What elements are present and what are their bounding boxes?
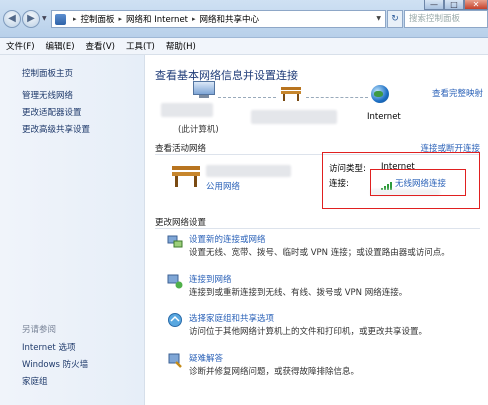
see-also-heading: 另请参阅 — [22, 325, 57, 335]
see-also-windows-firewall[interactable]: Windows 防火墙 — [22, 358, 88, 370]
refresh-icon: ↻ — [391, 14, 399, 24]
connect-network-desc: 连接到或重新连接到无线、有线、拨号或 VPN 网络连接。 — [189, 288, 408, 298]
menu-view[interactable]: 查看(V) — [86, 40, 115, 52]
this-computer-label: (此计算机) — [178, 125, 219, 135]
breadcrumb-control-panel[interactable]: 控制面板 — [81, 13, 115, 25]
main-content: 查看基本网络信息并设置连接 查看完整映射 (此计算机) Internet 查看活… — [146, 55, 488, 405]
active-networks-heading: 查看活动网络 — [155, 144, 481, 155]
back-button[interactable]: ◀ — [3, 10, 21, 28]
sidebar-advanced-sharing[interactable]: 更改高级共享设置 — [22, 123, 90, 135]
address-toolbar: ◀ ▶ ▼ ▸ 控制面板 ▸ 网络和 Internet ▸ 网络和共享中心 ▼ … — [0, 0, 488, 38]
computer-icon — [193, 81, 215, 99]
breadcrumb-chevron-icon[interactable]: ▸ — [73, 15, 77, 23]
highlight-box-inner — [370, 169, 466, 196]
menu-file[interactable]: 文件(F) — [6, 40, 35, 52]
homegroup-sharing-desc: 访问位于其他网络计算机上的文件和打印机，或更改共享设置。 — [189, 327, 428, 337]
map-connector — [306, 97, 368, 98]
sidebar-control-panel-home[interactable]: 控制面板主页 — [22, 67, 73, 79]
search-input[interactable]: 搜索控制面板 — [404, 10, 488, 28]
forward-button[interactable]: ▶ — [22, 10, 40, 28]
network-setup-icon — [167, 235, 183, 248]
menu-edit[interactable]: 编辑(E) — [46, 40, 75, 52]
sidebar: 控制面板主页 管理无线网络 更改适配器设置 更改高级共享设置 另请参阅 Inte… — [0, 55, 145, 405]
address-dropdown-icon[interactable]: ▼ — [376, 15, 381, 22]
address-bar[interactable]: ▸ 控制面板 ▸ 网络和 Internet ▸ 网络和共享中心 ▼ — [51, 10, 386, 28]
maximize-button[interactable]: □ — [444, 0, 464, 10]
breadcrumb-network-internet[interactable]: 网络和 Internet — [126, 13, 188, 25]
sidebar-change-adapter[interactable]: 更改适配器设置 — [22, 106, 82, 118]
homegroup-sharing-link[interactable]: 选择家庭组和共享选项 — [189, 312, 274, 324]
sidebar-manage-wireless[interactable]: 管理无线网络 — [22, 89, 73, 101]
setup-connection-link[interactable]: 设置新的连接或网络 — [189, 233, 266, 245]
network-type-link[interactable]: 公用网络 — [206, 180, 240, 192]
public-network-bench-icon — [172, 166, 200, 187]
menu-help[interactable]: 帮助(H) — [166, 40, 196, 52]
forward-arrow-icon: ▶ — [27, 13, 35, 24]
internet-globe-icon — [371, 85, 389, 103]
see-also-homegroup[interactable]: 家庭组 — [22, 375, 48, 387]
troubleshoot-link[interactable]: 疑难解答 — [189, 352, 223, 364]
view-full-map-link[interactable]: 查看完整映射 — [432, 87, 483, 99]
refresh-button[interactable]: ↻ — [387, 10, 403, 28]
breadcrumb-network-sharing-center[interactable]: 网络和共享中心 — [200, 13, 260, 25]
close-button[interactable]: ✕ — [464, 0, 488, 10]
troubleshoot-desc: 诊断并修复网络问题，或获得故障排除信息。 — [189, 367, 360, 377]
back-arrow-icon: ◀ — [8, 13, 16, 24]
recent-pages-dropdown-icon[interactable]: ▼ — [42, 15, 47, 22]
connect-network-link[interactable]: 连接到网络 — [189, 273, 232, 285]
control-panel-icon — [55, 13, 66, 25]
menu-bar: 文件(F) 编辑(E) 查看(V) 工具(T) 帮助(H) — [0, 38, 488, 55]
map-connector — [218, 97, 276, 98]
internet-label: Internet — [367, 112, 401, 122]
page-title: 查看基本网络信息并设置连接 — [155, 69, 298, 82]
redacted-active-network-name — [206, 165, 291, 177]
setup-connection-desc: 设置无线、宽带、拨号、临时或 VPN 连接；或设置路由器或访问点。 — [189, 248, 450, 258]
redacted-network-name — [251, 110, 337, 124]
menu-tools[interactable]: 工具(T) — [126, 40, 155, 52]
homegroup-icon — [168, 313, 182, 327]
troubleshoot-icon — [168, 353, 182, 368]
minimize-button[interactable]: — — [424, 0, 444, 10]
redacted-computer-name — [161, 103, 213, 117]
breadcrumb-chevron-icon[interactable]: ▸ — [119, 15, 123, 23]
connect-network-icon — [167, 274, 183, 289]
see-also-internet-options[interactable]: Internet 选项 — [22, 341, 75, 353]
breadcrumb-chevron-icon[interactable]: ▸ — [192, 15, 196, 23]
change-settings-heading: 更改网络设置 — [155, 218, 481, 229]
network-bench-icon — [281, 87, 301, 101]
